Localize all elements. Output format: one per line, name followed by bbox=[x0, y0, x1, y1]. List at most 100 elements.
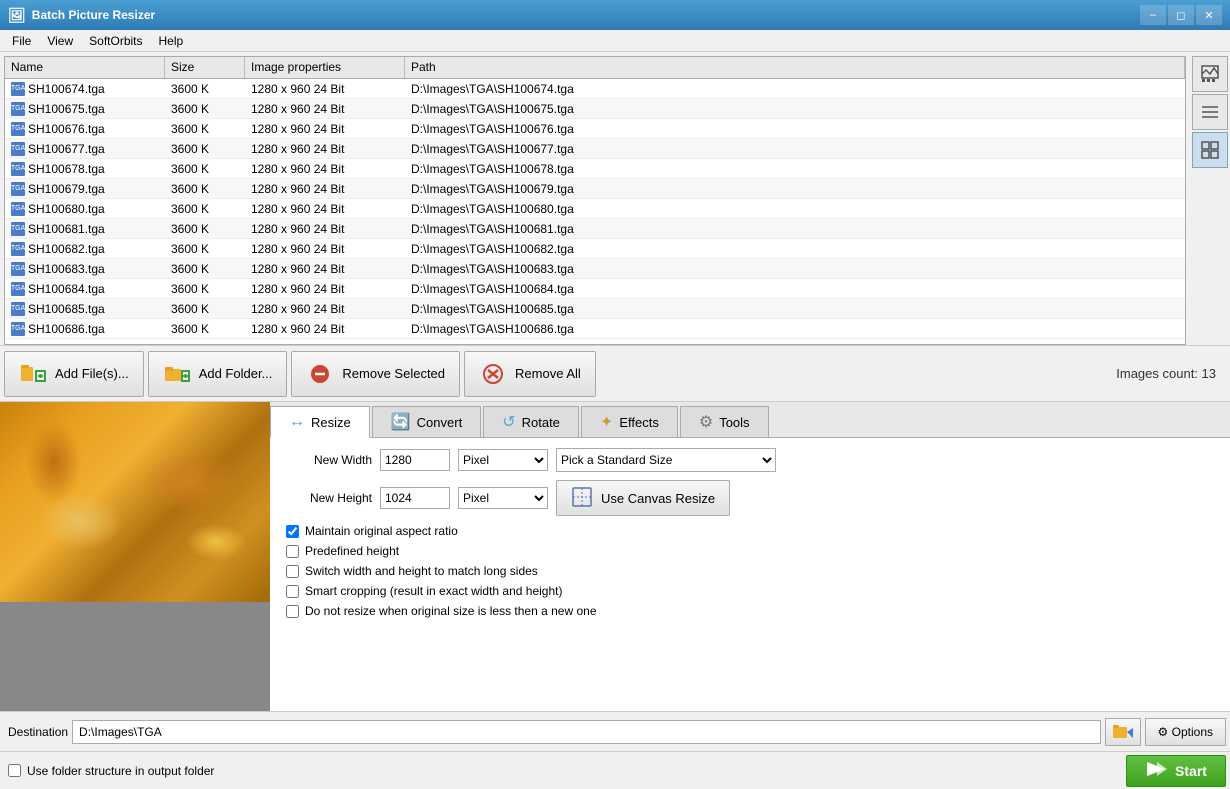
image-view-button[interactable] bbox=[1192, 56, 1228, 92]
do-not-resize-checkbox[interactable] bbox=[286, 605, 299, 618]
file-size-cell: 3600 K bbox=[165, 159, 245, 178]
file-size-cell: 3600 K bbox=[165, 219, 245, 238]
file-size-cell: 3600 K bbox=[165, 119, 245, 138]
file-icon: TGA bbox=[11, 202, 25, 216]
grid-view-button[interactable] bbox=[1192, 132, 1228, 168]
table-row[interactable]: TGA SH100684.tga 3600 K 1280 x 960 24 Bi… bbox=[5, 279, 1185, 299]
file-size-cell: 3600 K bbox=[165, 179, 245, 198]
predefined-height-checkbox[interactable] bbox=[286, 545, 299, 558]
effects-tab-icon: ✦ bbox=[600, 412, 613, 432]
col-header-props: Image properties bbox=[245, 57, 405, 78]
add-files-button[interactable]: Add File(s)... bbox=[4, 351, 144, 397]
tab-convert[interactable]: 🔄 Convert bbox=[372, 406, 481, 437]
height-input[interactable] bbox=[380, 487, 450, 509]
close-button[interactable]: ✕ bbox=[1196, 5, 1222, 25]
tab-rotate[interactable]: ↺ Rotate bbox=[483, 406, 579, 437]
file-path-cell: D:\Images\TGA\SH100681.tga bbox=[405, 219, 1185, 238]
menu-file[interactable]: File bbox=[4, 32, 39, 50]
file-icon: TGA bbox=[11, 82, 25, 96]
file-size-cell: 3600 K bbox=[165, 319, 245, 338]
start-button[interactable]: Start bbox=[1126, 755, 1226, 787]
switch-dimensions-label: Switch width and height to match long si… bbox=[305, 564, 538, 578]
use-folder-checkbox[interactable] bbox=[8, 764, 21, 777]
file-size-cell: 3600 K bbox=[165, 259, 245, 278]
use-canvas-label: Use Canvas Resize bbox=[601, 491, 715, 506]
file-size-cell: 3600 K bbox=[165, 139, 245, 158]
list-view-button[interactable] bbox=[1192, 94, 1228, 130]
table-row[interactable]: TGA SH100677.tga 3600 K 1280 x 960 24 Bi… bbox=[5, 139, 1185, 159]
app-icon: 🖼 bbox=[8, 7, 26, 24]
file-name-cell: TGA SH100684.tga bbox=[5, 279, 165, 298]
file-path-cell: D:\Images\TGA\SH100678.tga bbox=[405, 159, 1185, 178]
action-bar: Use folder structure in output folder St… bbox=[0, 751, 1230, 789]
tab-resize[interactable]: ↔ Resize bbox=[270, 406, 370, 438]
destination-label: Destination bbox=[8, 725, 68, 739]
smart-cropping-checkbox[interactable] bbox=[286, 585, 299, 598]
table-row[interactable]: TGA SH100682.tga 3600 K 1280 x 960 24 Bi… bbox=[5, 239, 1185, 259]
tab-tools[interactable]: ⚙ Tools bbox=[680, 406, 769, 437]
table-row[interactable]: TGA SH100686.tga 3600 K 1280 x 960 24 Bi… bbox=[5, 319, 1185, 339]
titlebar: 🖼 Batch Picture Resizer – ◻ ✕ bbox=[0, 0, 1230, 30]
width-input[interactable] bbox=[380, 449, 450, 471]
file-list-container: Name Size Image properties Path TGA SH10… bbox=[4, 56, 1186, 345]
switch-dimensions-checkbox[interactable] bbox=[286, 565, 299, 578]
remove-selected-button[interactable]: Remove Selected bbox=[291, 351, 460, 397]
table-row[interactable]: TGA SH100681.tga 3600 K 1280 x 960 24 Bi… bbox=[5, 219, 1185, 239]
table-row[interactable]: TGA SH100680.tga 3600 K 1280 x 960 24 Bi… bbox=[5, 199, 1185, 219]
file-props-cell: 1280 x 960 24 Bit bbox=[245, 119, 405, 138]
file-icon: TGA bbox=[11, 142, 25, 156]
file-props-cell: 1280 x 960 24 Bit bbox=[245, 239, 405, 258]
destination-browse-button[interactable] bbox=[1105, 718, 1141, 746]
file-path-cell: D:\Images\TGA\SH100679.tga bbox=[405, 179, 1185, 198]
preview-image bbox=[0, 402, 270, 602]
minimize-button[interactable]: – bbox=[1140, 5, 1166, 25]
file-size-cell: 3600 K bbox=[165, 99, 245, 118]
predefined-height-row: Predefined height bbox=[286, 544, 1218, 558]
col-header-size: Size bbox=[165, 57, 245, 78]
switch-dimensions-row: Switch width and height to match long si… bbox=[286, 564, 1218, 578]
tab-effects[interactable]: ✦ Effects bbox=[581, 406, 678, 437]
menu-help[interactable]: Help bbox=[151, 32, 192, 50]
table-row[interactable]: TGA SH100674.tga 3600 K 1280 x 960 24 Bi… bbox=[5, 79, 1185, 99]
file-path-cell: D:\Images\TGA\SH100674.tga bbox=[405, 79, 1185, 98]
file-size-cell: 3600 K bbox=[165, 199, 245, 218]
file-list-body: TGA SH100674.tga 3600 K 1280 x 960 24 Bi… bbox=[5, 79, 1185, 344]
table-row[interactable]: TGA SH100679.tga 3600 K 1280 x 960 24 Bi… bbox=[5, 179, 1185, 199]
file-props-cell: 1280 x 960 24 Bit bbox=[245, 139, 405, 158]
tab-bar: ↔ Resize 🔄 Convert ↺ Rotate ✦ Effects ⚙ bbox=[270, 402, 1230, 438]
menubar: File View SoftOrbits Help bbox=[0, 30, 1230, 52]
width-unit-select[interactable]: Pixel Percent Cm Inch bbox=[458, 449, 548, 471]
smart-cropping-label: Smart cropping (result in exact width an… bbox=[305, 584, 562, 598]
use-folder-label: Use folder structure in output folder bbox=[27, 764, 214, 778]
file-path-cell: D:\Images\TGA\SH100680.tga bbox=[405, 199, 1185, 218]
remove-all-button[interactable]: Remove All bbox=[464, 351, 596, 397]
file-name-cell: TGA SH100679.tga bbox=[5, 179, 165, 198]
menu-softorbits[interactable]: SoftOrbits bbox=[81, 32, 150, 50]
table-row[interactable]: TGA SH100676.tga 3600 K 1280 x 960 24 Bi… bbox=[5, 119, 1185, 139]
rotate-tab-icon: ↺ bbox=[502, 412, 515, 432]
options-button[interactable]: ⚙ Options bbox=[1145, 718, 1226, 746]
file-name-cell: TGA SH100678.tga bbox=[5, 159, 165, 178]
tools-tab-icon: ⚙ bbox=[699, 412, 713, 432]
resize-tab-icon: ↔ bbox=[289, 413, 305, 431]
use-canvas-resize-button[interactable]: Use Canvas Resize bbox=[556, 480, 730, 516]
file-path-cell: D:\Images\TGA\SH100684.tga bbox=[405, 279, 1185, 298]
menu-view[interactable]: View bbox=[39, 32, 81, 50]
restore-button[interactable]: ◻ bbox=[1168, 5, 1194, 25]
table-row[interactable]: TGA SH100675.tga 3600 K 1280 x 960 24 Bi… bbox=[5, 99, 1185, 119]
table-row[interactable]: TGA SH100685.tga 3600 K 1280 x 960 24 Bi… bbox=[5, 299, 1185, 319]
table-row[interactable]: TGA SH100683.tga 3600 K 1280 x 960 24 Bi… bbox=[5, 259, 1185, 279]
toolbar: Add File(s)... Add Folder... Remove Sele… bbox=[0, 345, 1230, 401]
standard-size-select[interactable]: Pick a Standard Size 800x600 1024x768 12… bbox=[556, 448, 776, 472]
file-props-cell: 1280 x 960 24 Bit bbox=[245, 279, 405, 298]
add-folder-button[interactable]: Add Folder... bbox=[148, 351, 288, 397]
destination-input[interactable] bbox=[72, 720, 1100, 744]
file-props-cell: 1280 x 960 24 Bit bbox=[245, 259, 405, 278]
table-row[interactable]: TGA SH100678.tga 3600 K 1280 x 960 24 Bi… bbox=[5, 159, 1185, 179]
add-folder-label: Add Folder... bbox=[199, 366, 273, 381]
file-icon: TGA bbox=[11, 182, 25, 196]
maintain-aspect-checkbox[interactable] bbox=[286, 525, 299, 538]
start-icon bbox=[1145, 760, 1167, 781]
height-unit-select[interactable]: Pixel Percent Cm Inch bbox=[458, 487, 548, 509]
file-name-cell: TGA SH100685.tga bbox=[5, 299, 165, 318]
